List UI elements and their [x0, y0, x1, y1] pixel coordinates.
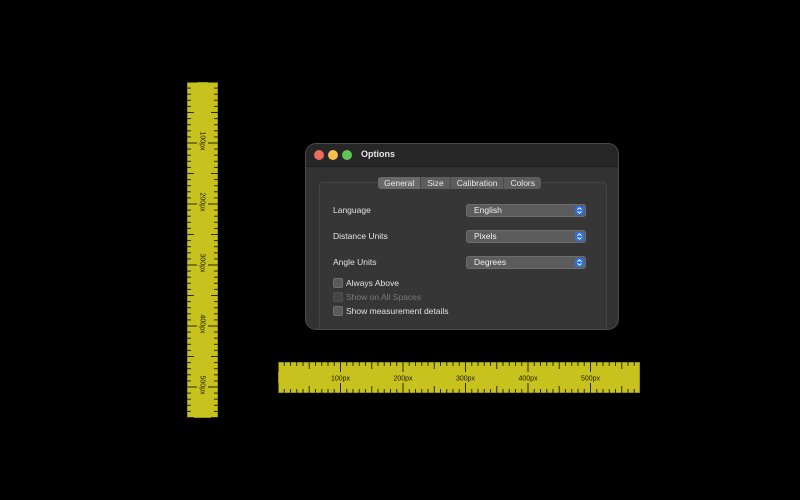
tab-size[interactable]: Size	[421, 177, 451, 189]
ruler-label: 100px	[331, 376, 351, 383]
vertical-ruler-scale: 100px 200px 300px 400px 500px	[187, 82, 218, 418]
ruler-label: 500px	[199, 375, 206, 395]
ruler-label: 100px	[199, 131, 206, 151]
chevron-updown-icon	[575, 206, 584, 215]
ruler-label: 300px	[199, 253, 206, 273]
ruler-label: 500px	[581, 376, 601, 383]
always-above-option[interactable]: Always Above	[333, 278, 399, 288]
tab-colors[interactable]: Colors	[504, 177, 541, 189]
distance-units-select[interactable]: Pixels	[466, 230, 586, 243]
show-all-spaces-option: Show on All Spaces	[333, 292, 421, 302]
horizontal-ruler-scale: 100px 200px 300px 400px 500px	[278, 362, 635, 393]
language-label: Language	[333, 205, 371, 215]
zoom-button[interactable]	[342, 150, 352, 160]
angle-units-select[interactable]: Degrees	[466, 256, 586, 269]
tab-general[interactable]: General	[378, 177, 422, 189]
tab-calibration[interactable]: Calibration	[451, 177, 505, 189]
horizontal-ruler[interactable]: 100px 200px 300px 400px 500px	[278, 362, 640, 393]
language-value: English	[474, 205, 502, 215]
show-details-label: Show measurement details	[346, 306, 449, 316]
ruler-label: 400px	[199, 314, 206, 334]
distance-units-label: Distance Units	[333, 231, 388, 241]
tab-bar: General Size Calibration Colors	[378, 177, 541, 189]
desktop: 100px 200px 300px 400px 500px 100px 200px 300p…	[0, 0, 800, 500]
show-all-spaces-checkbox	[333, 292, 343, 302]
ruler-label: 300px	[456, 376, 476, 383]
chevron-updown-icon	[575, 232, 584, 241]
vertical-ruler[interactable]: 100px 200px 300px 400px 500px	[187, 82, 218, 418]
show-all-spaces-label: Show on All Spaces	[346, 292, 422, 302]
close-button[interactable]	[314, 150, 324, 160]
title-bar[interactable]: Options	[306, 144, 618, 167]
ruler-label: 400px	[518, 376, 538, 383]
ruler-label: 200px	[199, 192, 206, 212]
options-window: Options General Size Calibration Colors …	[306, 144, 618, 329]
always-above-label: Always Above	[346, 278, 399, 288]
minimize-button[interactable]	[328, 150, 338, 160]
angle-units-value: Degrees	[474, 257, 507, 267]
show-details-checkbox[interactable]	[333, 306, 343, 316]
show-details-option[interactable]: Show measurement details	[333, 306, 449, 316]
distance-units-value: Pixels	[474, 231, 497, 241]
chevron-updown-icon	[575, 258, 584, 267]
language-select[interactable]: English	[466, 204, 586, 217]
ruler-label: 200px	[393, 376, 413, 383]
always-above-checkbox[interactable]	[333, 278, 343, 288]
window-title: Options	[361, 149, 395, 159]
angle-units-label: Angle Units	[333, 257, 377, 267]
